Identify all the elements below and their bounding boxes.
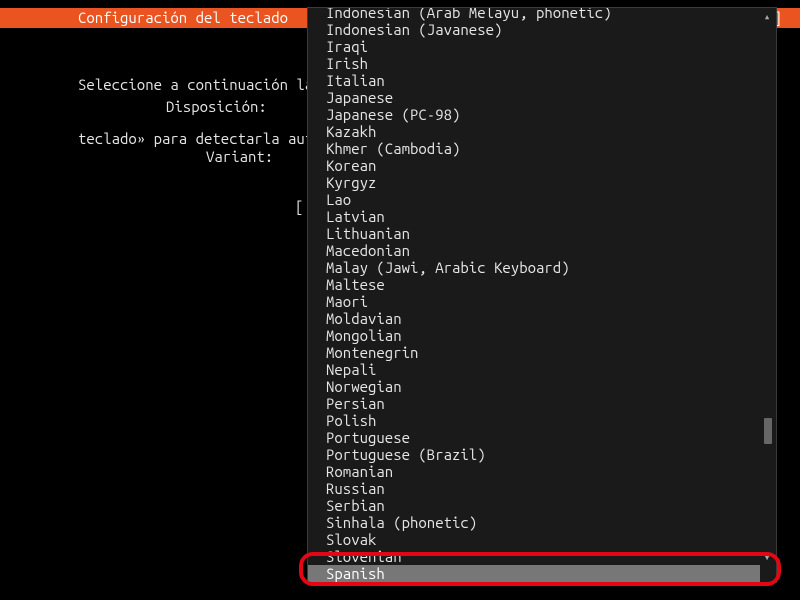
- layout-option[interactable]: Montenegrin: [308, 344, 760, 361]
- layout-dropdown[interactable]: IndianIndonesian (Arab Melayu, phonetic)…: [307, 7, 777, 583]
- scroll-up-icon[interactable]: ▴: [762, 11, 772, 23]
- layout-option[interactable]: Korean: [308, 157, 760, 174]
- layout-option[interactable]: Japanese (PC-98): [308, 106, 760, 123]
- layout-option[interactable]: Russian: [308, 480, 760, 497]
- scroll-down-icon[interactable]: ▾: [762, 552, 772, 564]
- layout-option[interactable]: Khmer (Cambodia): [308, 140, 760, 157]
- layout-option[interactable]: Spanish: [308, 565, 760, 582]
- dropdown-list[interactable]: IndianIndonesian (Arab Melayu, phonetic)…: [308, 8, 760, 582]
- layout-option[interactable]: Mongolian: [308, 327, 760, 344]
- instructions-line: Seleccione a continuación la: [78, 76, 313, 94]
- layout-option[interactable]: Moldavian: [308, 310, 760, 327]
- layout-option[interactable]: Iraqi: [308, 38, 760, 55]
- layout-option[interactable]: Nepali: [308, 361, 760, 378]
- layout-option[interactable]: Slovak: [308, 531, 760, 548]
- layout-option[interactable]: Lao: [308, 191, 760, 208]
- layout-option[interactable]: Polish: [308, 412, 760, 429]
- layout-option[interactable]: Indonesian (Arab Melayu, phonetic): [308, 8, 760, 21]
- layout-option[interactable]: Slovenian: [308, 548, 760, 565]
- variant-label: Variant:: [206, 148, 273, 165]
- layout-label: Disposición:: [166, 98, 267, 115]
- bracket-hint: [: [295, 198, 303, 215]
- layout-option[interactable]: Portuguese (Brazil): [308, 446, 760, 463]
- layout-option[interactable]: Kyrgyz: [308, 174, 760, 191]
- page-title: Configuración del teclado: [78, 8, 288, 28]
- layout-option[interactable]: Maori: [308, 293, 760, 310]
- layout-option[interactable]: Macedonian: [308, 242, 760, 259]
- layout-option[interactable]: Malay (Jawi, Arabic Keyboard): [308, 259, 760, 276]
- layout-option[interactable]: Portuguese: [308, 429, 760, 446]
- instructions-line: teclado» para detectarla aut: [78, 130, 313, 148]
- layout-option[interactable]: Kazakh: [308, 123, 760, 140]
- layout-option[interactable]: Indonesian (Javanese): [308, 21, 760, 38]
- layout-option[interactable]: Japanese: [308, 89, 760, 106]
- scrollbar-thumb[interactable]: [764, 418, 772, 444]
- layout-option[interactable]: Latvian: [308, 208, 760, 225]
- layout-option[interactable]: Romanian: [308, 463, 760, 480]
- layout-option[interactable]: Persian: [308, 395, 760, 412]
- layout-option[interactable]: Lithuanian: [308, 225, 760, 242]
- layout-option[interactable]: Italian: [308, 72, 760, 89]
- layout-option[interactable]: Norwegian: [308, 378, 760, 395]
- layout-option[interactable]: Maltese: [308, 276, 760, 293]
- layout-option[interactable]: Irish: [308, 55, 760, 72]
- layout-option[interactable]: Sinhala (phonetic): [308, 514, 760, 531]
- layout-option[interactable]: Serbian: [308, 497, 760, 514]
